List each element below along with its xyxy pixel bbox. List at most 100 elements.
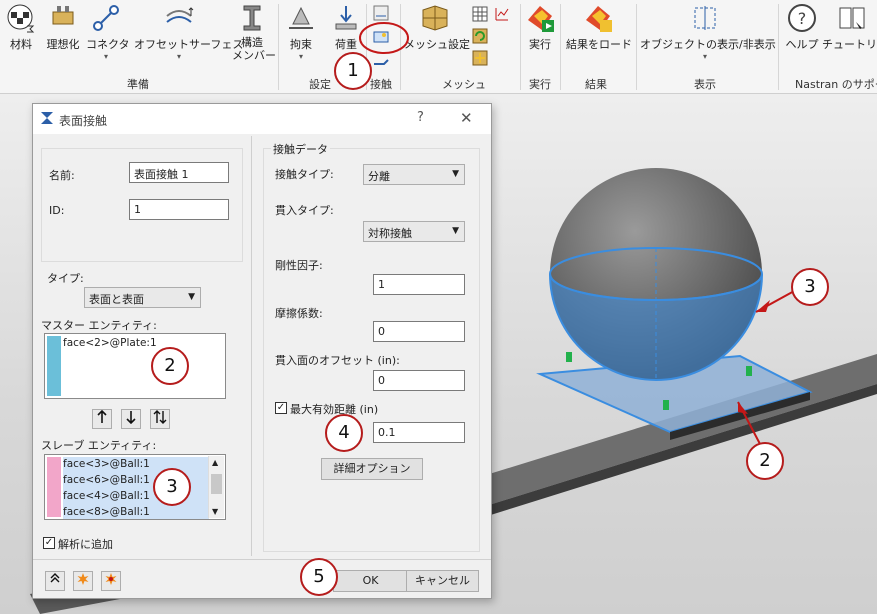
ribbon-separator [560, 4, 561, 90]
contact-extra-icon[interactable] [372, 54, 390, 68]
offset-label: 貫入面のオフセット (in): [275, 354, 400, 367]
mesh-settings-button[interactable]: メッシュ設定 [404, 2, 470, 52]
help-button[interactable]: ? ヘルプ [784, 2, 820, 52]
run-icon [528, 6, 554, 32]
group-contact-label: 接触 [370, 78, 392, 91]
structural-member-icon [243, 5, 261, 31]
add-to-analysis-label: 解析に追加 [58, 538, 113, 551]
show-hide-objects-button[interactable]: オブジェクトの表示/非表示 ▾ [640, 2, 776, 61]
stiffness-input[interactable]: 1 [373, 274, 465, 295]
burst-button-1[interactable] [73, 571, 93, 591]
contact-type-select[interactable]: 分離 ▼ [363, 164, 465, 185]
offset-input[interactable]: 0 [373, 370, 465, 391]
chevron-down-icon: ▼ [452, 226, 459, 236]
type-select[interactable]: 表面と表面 ▼ [84, 287, 201, 308]
mesh-update-icon[interactable] [472, 28, 488, 44]
swap-arrows-icon [153, 410, 167, 424]
idealize-button[interactable]: 理想化 [42, 2, 84, 52]
penetration-type-select[interactable]: 対称接触 ▼ [363, 221, 465, 242]
constraint-marker [566, 352, 572, 362]
scrollbar-thumb[interactable] [211, 474, 222, 494]
offset-surface-button[interactable]: オフセットサーフェス ▾ [134, 2, 243, 61]
constraint-marker [746, 366, 752, 376]
cancel-button[interactable]: キャンセル [406, 570, 479, 592]
list-item[interactable]: face<3>@Ball:1 [63, 458, 150, 470]
footer-divider [33, 559, 491, 560]
name-input[interactable]: 表面接触 1 [129, 162, 229, 183]
structural-member-button[interactable]: 構造 メンバー [232, 2, 276, 62]
ribbon-separator [520, 4, 521, 90]
load-results-button[interactable]: 結果をロード [566, 2, 632, 52]
arrow-down-icon [126, 411, 136, 425]
id-input[interactable]: 1 [129, 199, 229, 220]
show-hide-icon [694, 6, 716, 30]
max-distance-label: 最大有効距離 (in) [290, 403, 379, 416]
help-icon[interactable]: ? [417, 110, 424, 125]
list-item[interactable]: face<2>@Plate:1 [63, 337, 157, 349]
contact-data-legend: 接触データ [271, 141, 330, 157]
move-down-button[interactable] [121, 409, 141, 429]
callout-2: 2 [151, 347, 189, 385]
burst-icon [77, 573, 89, 585]
help-icon: ? [788, 4, 816, 32]
divider [251, 136, 252, 556]
swap-button[interactable] [150, 409, 170, 429]
advanced-options-button[interactable]: 詳細オプション [321, 458, 423, 480]
list-item[interactable]: face<6>@Ball:1 [63, 474, 150, 486]
scroll-up-icon[interactable]: ▲ [212, 458, 218, 467]
stiffness-label: 剛性因子: [275, 259, 323, 272]
svg-text:?: ? [798, 9, 807, 28]
master-entity-list[interactable]: face<2>@Plate:1 [44, 333, 226, 399]
master-entity-label: マスター エンティティ: [41, 319, 157, 332]
callout-3: 3 [153, 468, 191, 506]
tutorial-button[interactable]: チュートリアル [822, 2, 877, 52]
mesh-refine-icon[interactable] [472, 50, 488, 66]
ribbon-separator [778, 4, 779, 90]
burst-button-2[interactable] [101, 571, 121, 591]
dialog-titlebar[interactable]: 表面接触 ? ✕ [33, 104, 491, 134]
move-up-button[interactable] [92, 409, 112, 429]
friction-input[interactable]: 0 [373, 321, 465, 342]
surface-contact-dialog: 表面接触 ? ✕ 名前: 表面接触 1 ID: 1 タイプ: 表面と表面 ▼ マ… [32, 103, 492, 599]
scrollbar[interactable]: ▲ ▼ [208, 456, 224, 518]
constraint-button[interactable]: 拘束 ▾ [283, 2, 319, 61]
id-label: ID: [49, 204, 65, 217]
penetration-type-label: 貫入タイプ: [275, 204, 334, 217]
ribbon-separator [278, 4, 279, 90]
slave-entity-list[interactable]: face<3>@Ball:1 face<6>@Ball:1 face<4>@Ba… [44, 454, 226, 520]
max-distance-checkbox[interactable]: ✓ [275, 402, 287, 414]
type-select-value: 表面と表面 [89, 293, 144, 306]
close-icon[interactable]: ✕ [460, 109, 473, 127]
scroll-down-icon[interactable]: ▼ [212, 507, 218, 516]
group-prepare-label: 準備 [127, 78, 149, 91]
material-button[interactable]: 材料 [4, 2, 38, 52]
convergence-icon[interactable] [494, 6, 510, 22]
arrow-up-icon [97, 409, 107, 423]
ribbon: 材料 理想化 コネクタ ▾ オフセットサーフェス ▾ 構造 メンバー 拘束 ▾ … [0, 0, 877, 94]
table-icon[interactable] [472, 6, 488, 22]
callout-2-viewport: 2 [746, 442, 784, 480]
connector-button[interactable]: コネクタ ▾ [86, 2, 130, 61]
ok-button[interactable]: OK [333, 570, 408, 592]
highlight-oval [359, 22, 409, 54]
connector-icon [93, 5, 119, 31]
load-results-icon [586, 6, 612, 32]
callout-3-viewport: 3 [791, 268, 829, 306]
add-to-analysis-checkbox[interactable]: ✓ [43, 537, 55, 549]
idealize-icon [52, 6, 74, 25]
callout-1: 1 [334, 52, 372, 90]
list-item[interactable]: face<4>@Ball:1 [63, 490, 150, 502]
max-distance-input[interactable]: 0.1 [373, 422, 465, 443]
master-color-swatch [47, 336, 61, 396]
group-mesh-label: メッシュ [442, 78, 486, 91]
group-setup-label: 設定 [309, 78, 331, 91]
list-item[interactable]: face<8>@Ball:1 [63, 506, 150, 518]
type-label: タイプ: [47, 272, 84, 285]
friction-label: 摩擦係数: [275, 307, 323, 320]
group-display-label: 表示 [694, 78, 716, 91]
run-button[interactable]: 実行 [524, 2, 556, 52]
collapse-button[interactable] [45, 571, 65, 591]
slave-entity-label: スレーブ エンティティ: [41, 439, 157, 452]
mesh-settings-icon [422, 5, 448, 31]
contact-type-label: 接触タイプ: [275, 168, 334, 181]
